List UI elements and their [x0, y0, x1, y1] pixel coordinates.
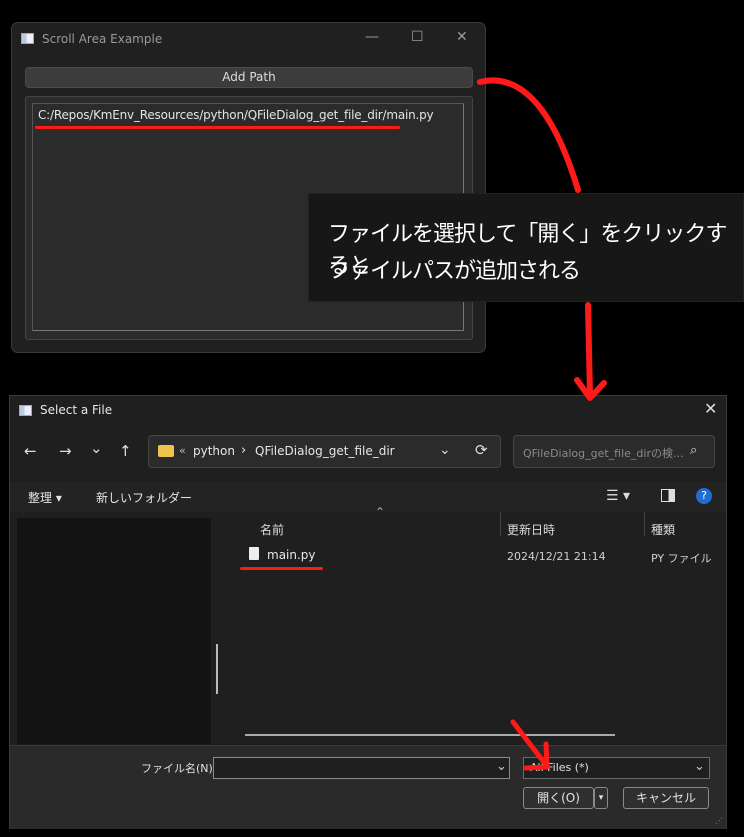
annotation-arrows [477, 77, 607, 771]
arrow-down-shaft [585, 302, 593, 398]
arrow-curve-top [477, 77, 581, 193]
arrow-open-shaft [510, 719, 549, 768]
